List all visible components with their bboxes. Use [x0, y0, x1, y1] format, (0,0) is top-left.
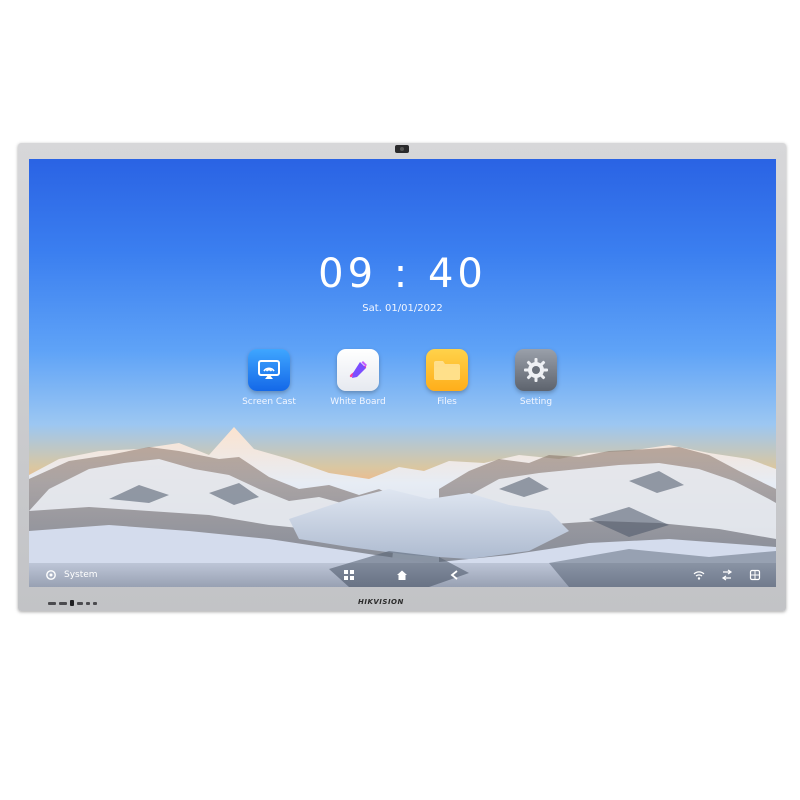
window-icon[interactable]: [749, 569, 761, 581]
apps-icon[interactable]: [343, 569, 355, 581]
app-screen-cast[interactable]: Screen Cast: [229, 349, 309, 407]
app-setting[interactable]: Setting: [496, 349, 576, 407]
usb-port: [59, 601, 67, 605]
app-files[interactable]: Files: [407, 349, 487, 407]
front-ports: [48, 600, 97, 606]
app-label-setting: Setting: [519, 397, 553, 407]
app-label-white-board: White Board: [330, 397, 386, 407]
clock-time: 09 : 40: [318, 251, 487, 297]
screen-cast-icon: [248, 349, 290, 391]
taskbar: System: [29, 563, 776, 587]
wifi-icon[interactable]: [693, 569, 705, 581]
input-source-icon[interactable]: [721, 569, 733, 581]
app-white-board[interactable]: White Board: [318, 349, 398, 407]
system-label: System: [64, 570, 98, 580]
clock-date: Sat. 01/01/2022: [362, 303, 443, 314]
audio-port: [86, 601, 90, 605]
home-icon[interactable]: [396, 569, 408, 581]
back-icon[interactable]: [449, 569, 461, 581]
system-button[interactable]: System: [45, 568, 98, 582]
system-gear-icon: [46, 570, 56, 580]
home-screen: 09 : 40 Sat. 01/01/2022 Screen Cast Whit…: [29, 159, 776, 587]
hdmi-port: [77, 601, 83, 605]
mountain-wallpaper: [29, 427, 776, 587]
folder-icon: [426, 349, 468, 391]
audio-port: [93, 601, 97, 605]
camera-icon: [395, 145, 409, 153]
app-label-screen-cast: Screen Cast: [242, 397, 296, 407]
pen-icon: [337, 349, 379, 391]
gear-icon: [515, 349, 557, 391]
usb-port: [48, 601, 56, 605]
brand-logo: HIKVISION: [358, 598, 404, 606]
app-label-files: Files: [437, 397, 457, 407]
power-button[interactable]: [70, 600, 74, 606]
